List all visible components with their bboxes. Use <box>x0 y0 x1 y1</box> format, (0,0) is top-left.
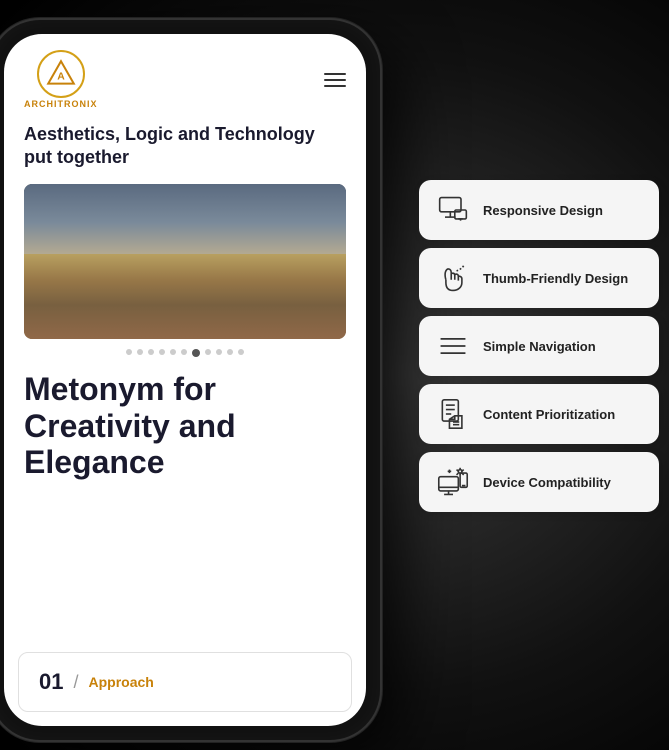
table-area <box>24 254 346 339</box>
dot-8 <box>205 349 211 355</box>
dot-3 <box>148 349 154 355</box>
dot-10 <box>227 349 233 355</box>
restaurant-scene <box>24 184 346 339</box>
logo-area: A ArchitroniX <box>24 50 98 109</box>
dot-2 <box>137 349 143 355</box>
dot-6 <box>181 349 187 355</box>
bottom-card[interactable]: 01 / Approach <box>18 652 352 712</box>
phone-mockup: A ArchitroniX Aesthetics, Logic and Tech… <box>0 20 390 740</box>
menu-icon <box>435 328 471 364</box>
card-number: 01 <box>39 669 63 695</box>
dot-9 <box>216 349 222 355</box>
feature-card-responsive[interactable]: Responsive Design <box>419 180 659 240</box>
features-panel: Responsive Design Thumb-Friendly Design … <box>419 180 659 512</box>
dot-4 <box>159 349 165 355</box>
card-label: Approach <box>89 674 154 690</box>
feature-card-device[interactable]: Device Compatibility <box>419 452 659 512</box>
building-bg <box>24 184 346 262</box>
hero-image <box>24 184 346 339</box>
tagline: Aesthetics, Logic and Technology put tog… <box>24 123 346 170</box>
dot-5 <box>170 349 176 355</box>
phone-content: A ArchitroniX Aesthetics, Logic and Tech… <box>4 34 366 726</box>
devices-icon <box>435 464 471 500</box>
feature-label-content: Content Prioritization <box>483 407 615 422</box>
hamburger-menu[interactable] <box>324 73 346 87</box>
feature-label-responsive: Responsive Design <box>483 203 603 218</box>
monitor-icon <box>435 192 471 228</box>
feature-label-navigation: Simple Navigation <box>483 339 596 354</box>
feature-card-thumb[interactable]: Thumb-Friendly Design <box>419 248 659 308</box>
feature-card-content[interactable]: Content Prioritization <box>419 384 659 444</box>
phone-frame: A ArchitroniX Aesthetics, Logic and Tech… <box>0 20 380 740</box>
document-icon <box>435 396 471 432</box>
dot-1 <box>126 349 132 355</box>
logo-text: ArchitroniX <box>24 99 98 109</box>
logo-circle: A <box>37 50 85 98</box>
card-divider: / <box>73 672 78 693</box>
feature-label-device: Device Compatibility <box>483 475 611 490</box>
main-heading: Metonym for Creativity and Elegance <box>24 371 346 481</box>
phone-screen: A ArchitroniX Aesthetics, Logic and Tech… <box>4 34 366 726</box>
svg-text:A: A <box>57 72 65 83</box>
feature-label-thumb: Thumb-Friendly Design <box>483 271 628 286</box>
feature-card-navigation[interactable]: Simple Navigation <box>419 316 659 376</box>
phone-header: A ArchitroniX <box>24 50 346 109</box>
hand-icon <box>435 260 471 296</box>
dot-7-active <box>192 349 200 357</box>
logo-icon: A <box>45 58 77 90</box>
carousel-dots <box>24 349 346 357</box>
dot-11 <box>238 349 244 355</box>
